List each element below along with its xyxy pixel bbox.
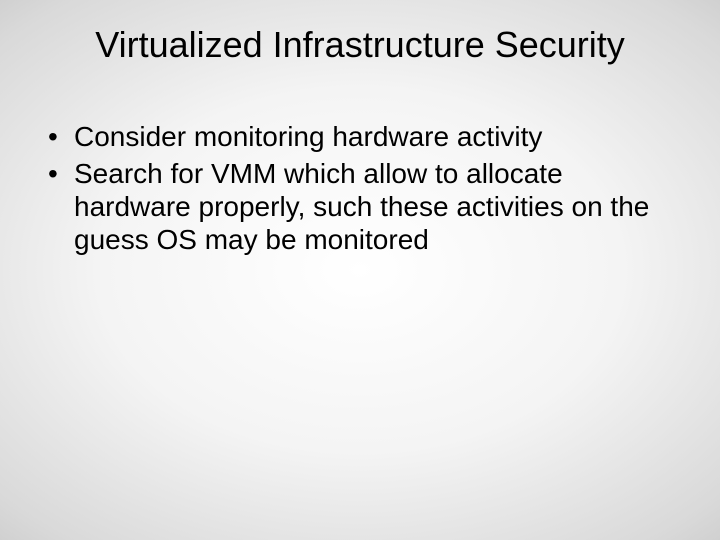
list-item: Search for VMM which allow to allocate h… [42, 157, 660, 256]
slide-title: Virtualized Infrastructure Security [0, 24, 720, 66]
bullet-list: Consider monitoring hardware activity Se… [42, 120, 660, 256]
slide-body: Consider monitoring hardware activity Se… [42, 120, 660, 260]
slide: Virtualized Infrastructure Security Cons… [0, 0, 720, 540]
list-item: Consider monitoring hardware activity [42, 120, 660, 153]
